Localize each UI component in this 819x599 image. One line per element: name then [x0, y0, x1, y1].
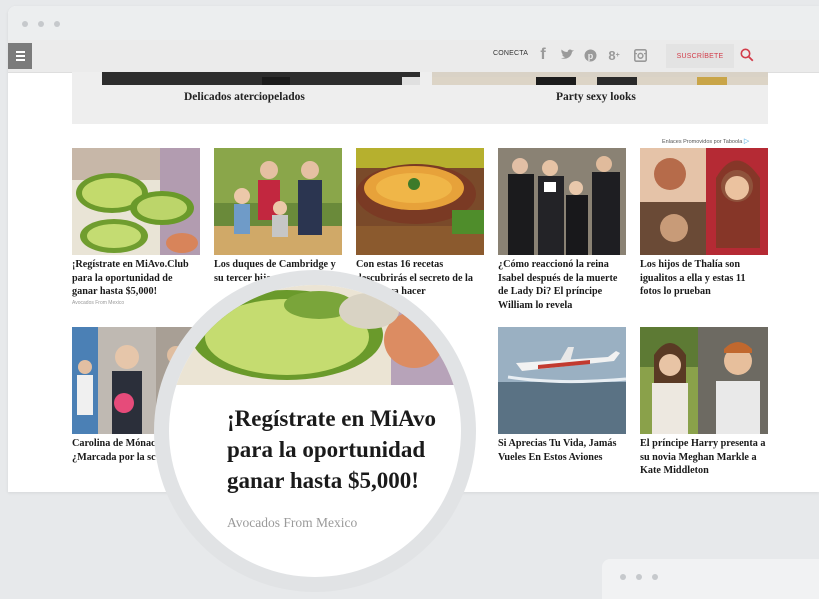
secondary-window-dot: [652, 574, 658, 580]
card-image-avocado: [72, 148, 200, 255]
window-chrome: [8, 6, 819, 40]
zoomed-source: Avocados From Mexico: [227, 515, 358, 530]
secondary-window: [602, 559, 819, 599]
card-planes[interactable]: Si Aprecias Tu Vida, Jamás Vueles En Est…: [498, 327, 626, 464]
card-caption[interactable]: Los hijos de Thalía son igualitos a ella…: [640, 258, 768, 299]
hamburger-menu-button[interactable]: [8, 43, 32, 69]
card-thalia[interactable]: Los hijos de Thalía son igualitos a ella…: [640, 148, 768, 299]
zoomed-headline-line-1: ¡Regístrate en MiAvo: [227, 406, 437, 431]
zoomed-headline-line-2: para la oportunidad: [227, 437, 426, 462]
subscribe-button[interactable]: SUSCRÍBETE: [666, 44, 734, 68]
taboola-icon: ▷: [743, 138, 750, 145]
card-image-queen: [498, 148, 626, 255]
card-caption[interactable]: Si Aprecias Tu Vida, Jamás Vueles En Est…: [498, 437, 626, 464]
banner-image-right[interactable]: [432, 72, 768, 85]
search-icon[interactable]: [740, 48, 754, 62]
banner-image-left[interactable]: [102, 72, 420, 85]
zoomed-avocado-image: [169, 285, 461, 385]
card-image-soup: [356, 148, 484, 255]
card-queen[interactable]: ¿Cómo reaccionó la reina Isabel después …: [498, 148, 626, 312]
secondary-window-dot: [636, 574, 642, 580]
window-dot-minimize[interactable]: [38, 21, 44, 27]
card-image-cambridge: [214, 148, 342, 255]
facebook-icon[interactable]: f: [536, 44, 550, 66]
zoomed-headline[interactable]: ¡Regístrate en MiAvo para la oportunidad…: [227, 403, 457, 496]
window-dot-close[interactable]: [22, 21, 28, 27]
pinterest-icon[interactable]: p: [583, 44, 597, 66]
card-harry[interactable]: El príncipe Harry presenta a su novia Me…: [640, 327, 768, 478]
conecta-label: CONECTA: [493, 50, 529, 57]
site-header: CONECTA f p 8 + SUSCRÍBETE: [8, 40, 819, 73]
card-image-thalia: [640, 148, 768, 255]
svg-text:p: p: [587, 51, 593, 61]
card-image-planes: [498, 327, 626, 434]
card-cambridge[interactable]: Los duques de Cambridge y su tercer hijo…: [214, 148, 342, 285]
sponsored-links-label[interactable]: Enlaces Promovidos por Taboola ▷: [662, 137, 749, 145]
featured-banner: Delicados aterciopelados Party sexy look…: [72, 72, 768, 124]
card-avocado[interactable]: ¡Regístrate en MiAvo.Club para la oportu…: [72, 148, 200, 306]
zoomed-headline-line-3: ganar hasta $5,000!: [227, 468, 419, 493]
banner-caption-right[interactable]: Party sexy looks: [556, 91, 636, 103]
secondary-window-dot: [620, 574, 626, 580]
card-image-harry: [640, 327, 768, 434]
google-plus-icon[interactable]: 8 +: [606, 44, 622, 66]
card-caption[interactable]: ¿Cómo reaccionó la reina Isabel después …: [498, 258, 626, 312]
banner-caption-left[interactable]: Delicados aterciopelados: [184, 91, 305, 103]
card-caption[interactable]: El príncipe Harry presenta a su novia Me…: [640, 437, 768, 478]
instagram-icon[interactable]: [632, 44, 648, 66]
magnifier-overlay: ¡Regístrate en MiAvo para la oportunidad…: [154, 270, 476, 592]
magnifier-lens: ¡Regístrate en MiAvo para la oportunidad…: [169, 285, 461, 577]
card-soup[interactable]: Con estas 16 recetas descubrirás el secr…: [356, 148, 484, 299]
twitter-icon[interactable]: [558, 44, 576, 66]
window-dot-maximize[interactable]: [54, 21, 60, 27]
